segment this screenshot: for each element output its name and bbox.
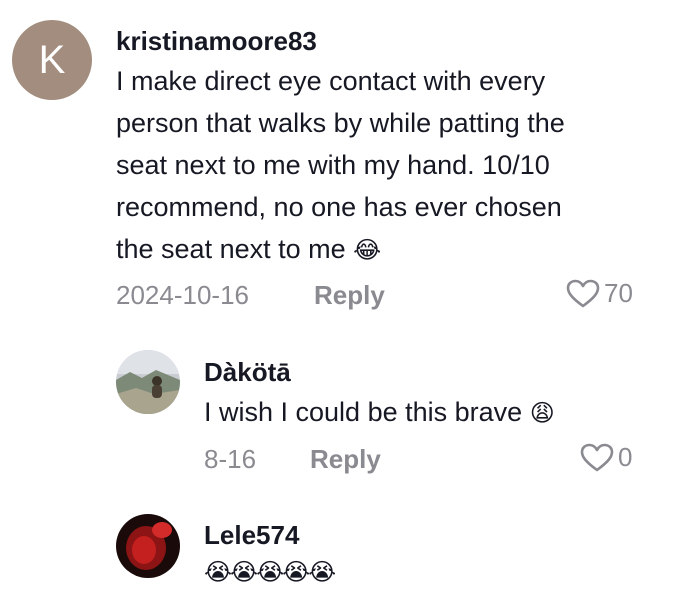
comment-line: the seat next to me 😂 (116, 228, 656, 272)
reply-text-content: I wish I could be this brave (204, 397, 523, 427)
like-count: 0 (618, 442, 633, 472)
laughing-emoji: 😂 (353, 237, 382, 264)
reply-date: 8-16 (204, 444, 257, 474)
comment-line-text: the seat next to me (116, 234, 346, 264)
avatar-photo-red (116, 514, 180, 578)
avatar-letter: K (38, 37, 66, 82)
comment-line: recommend, no one has ever chosen (116, 192, 562, 222)
like-button[interactable]: 0 (580, 442, 632, 473)
avatar[interactable] (116, 514, 180, 578)
heart-icon (580, 443, 614, 471)
avatar[interactable]: K (12, 20, 92, 100)
avatar[interactable] (116, 350, 180, 414)
reply-text: I wish I could be this brave 😩 (204, 391, 555, 435)
like-button[interactable]: 70 (566, 278, 633, 309)
comment-line: I make direct eye contact with every (116, 66, 546, 96)
heart-icon (566, 279, 600, 307)
weary-emoji: 😩 (529, 400, 555, 427)
reply-username[interactable]: Lele574 (204, 520, 299, 551)
comment-text: I make direct eye contact with every per… (116, 60, 656, 272)
crying-emoji-row: 😭😭😭😭😭 (204, 559, 336, 586)
reply-button[interactable]: Reply (314, 280, 385, 311)
comment-line: seat next to me with my hand. 10/10 (116, 150, 550, 180)
avatar-photo-landscape (116, 350, 180, 414)
comment-username[interactable]: kristinamoore83 (116, 26, 317, 57)
reply-button[interactable]: Reply (310, 444, 381, 475)
comment-line: person that walks by while patting the (116, 108, 565, 138)
comment-date: 2024-10-16 (116, 280, 249, 310)
reply-username[interactable]: Dàkötā (204, 357, 291, 388)
like-count: 70 (604, 278, 633, 308)
